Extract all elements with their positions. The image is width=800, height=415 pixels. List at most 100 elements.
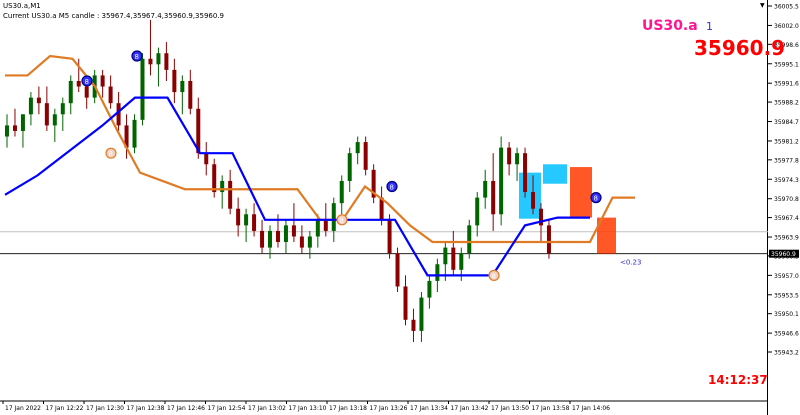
y-axis-tick-label: 35957.0 (774, 273, 799, 280)
x-axis-tick-label: 17 Jan 13:02 (248, 405, 286, 412)
candle-body (20, 114, 25, 131)
candle-body (491, 180, 496, 215)
candle-body (244, 214, 249, 226)
blue-marker-1-label: 8 (85, 78, 89, 86)
y-axis-tick-label: 35984.7 (774, 119, 799, 126)
y-axis-tick-label: 35970.8 (774, 196, 799, 203)
y-axis-tick-label: 35977.8 (774, 157, 799, 164)
candle-body (299, 236, 304, 248)
count-label: 1 (706, 20, 713, 33)
delta-label: <0.23 (620, 258, 641, 266)
candle-body (435, 264, 440, 281)
x-axis-tick-label: 17 Jan 13:50 (491, 405, 529, 412)
candle-body (546, 225, 551, 254)
candle-body (363, 142, 368, 170)
candle-body (307, 236, 312, 248)
candle-body (204, 153, 209, 165)
candle-body (212, 164, 217, 193)
blue-marker-4-label: 8 (594, 195, 598, 203)
candle-body (451, 247, 456, 270)
orange-marker-2-label: 8 (340, 217, 344, 225)
chart-symbol-title: US30.a,M1 (3, 2, 41, 10)
candle-body (499, 147, 504, 215)
candle-body (148, 58, 153, 65)
candle-body (323, 219, 328, 231)
candle-body (220, 180, 225, 193)
candle-body (252, 214, 257, 231)
y-axis-tick-label: 35991.6 (774, 81, 799, 88)
y-axis-tick-label: 35963.9 (774, 235, 799, 242)
candle-info-text: Current US30.a M5 candle : 35967.4,35967… (3, 12, 224, 20)
y-axis-tick-label: 35943.2 (774, 350, 799, 357)
candle-body (12, 125, 17, 131)
x-axis-tick-label: 17 Jan 13:26 (370, 405, 408, 412)
candle-body (180, 80, 185, 93)
candle-body (403, 286, 408, 320)
x-axis-tick-label: 17 Jan 12:46 (167, 405, 205, 412)
x-axis-tick-label: 17 Jan 12:38 (127, 405, 165, 412)
candle-body (60, 103, 65, 115)
chart-window[interactable]: 36005.5 36002.0 35998.6 35995.1 35991.6 35988… (0, 0, 800, 415)
x-axis-tick-label: 17 Jan 13:10 (289, 405, 327, 412)
candle-body (28, 97, 33, 115)
candle-body (355, 142, 360, 154)
cyan-zone-2 (543, 164, 567, 184)
candle-body (268, 230, 273, 248)
candle-body (395, 253, 400, 287)
x-axis-tick-label: 17 Jan 12:30 (86, 405, 124, 412)
x-axis-tick-label: 17 Jan 2022 (5, 405, 41, 412)
candle-body (100, 75, 105, 87)
candle-body (443, 247, 448, 265)
candle-body (347, 153, 352, 181)
symbol-label: US30.a (642, 18, 698, 34)
candle-body (172, 69, 177, 93)
x-axis-tick-label: 17 Jan 13:58 (532, 405, 570, 412)
candle-body (283, 225, 288, 243)
candle-body (331, 203, 336, 231)
orange-marker-3-label: 8 (492, 272, 496, 280)
y-axis-tick-label: 36005.5 (774, 4, 799, 11)
x-axis-tick-label: 17 Jan 12:54 (208, 405, 246, 412)
y-axis-tick-label: 35995.1 (774, 61, 799, 68)
candle-body (236, 208, 241, 226)
candle-body (483, 180, 488, 198)
y-axis-tick-label: 35967.4 (774, 215, 799, 222)
candle-body (188, 80, 193, 109)
x-axis-tick-label: 17 Jan 13:18 (329, 405, 367, 412)
candle-body (132, 119, 137, 148)
x-axis-tick-label: 17 Jan 13:34 (410, 405, 448, 412)
candle-body (68, 80, 73, 104)
candle-body (507, 147, 512, 165)
x-axis-tick-label: 17 Jan 14:06 (572, 405, 610, 412)
candle-body (108, 86, 113, 104)
clock-label: 14:12:37 (708, 373, 768, 387)
candle-body (5, 125, 9, 137)
candle-body (44, 103, 49, 126)
y-axis-tick-label: 35946.6 (774, 331, 799, 338)
candle-body (339, 180, 344, 204)
candle-body (291, 225, 296, 237)
x-axis-tick-label: 17 Jan 12:22 (46, 405, 84, 412)
candle-body (467, 225, 472, 254)
candle-body (459, 253, 464, 270)
blue-marker-3-label: 8 (390, 183, 394, 191)
candle-body (427, 280, 432, 298)
candle-body (419, 297, 424, 331)
red-zone-1 (570, 167, 592, 218)
candle-body (76, 80, 81, 87)
candle-body (260, 230, 265, 248)
candle-body (156, 53, 161, 65)
chart-svg[interactable]: 36005.536002.035998.635995.135991.635988… (0, 0, 800, 415)
candle-body (475, 197, 480, 226)
y-axis-tick-label: 35981.2 (774, 138, 799, 145)
candle-body (228, 180, 233, 209)
chart-shift-arrow-icon[interactable]: ▼ (760, 2, 765, 9)
candle-body (411, 319, 416, 331)
x-axis-tick-label: 17 Jan 13:42 (451, 405, 489, 412)
blue-marker-2-label: 8 (135, 53, 139, 61)
candle-body (315, 219, 320, 237)
orange-marker-1-label: 8 (109, 150, 113, 158)
candle-body (140, 58, 145, 120)
candle-body (523, 153, 528, 193)
candle-body (531, 192, 536, 209)
